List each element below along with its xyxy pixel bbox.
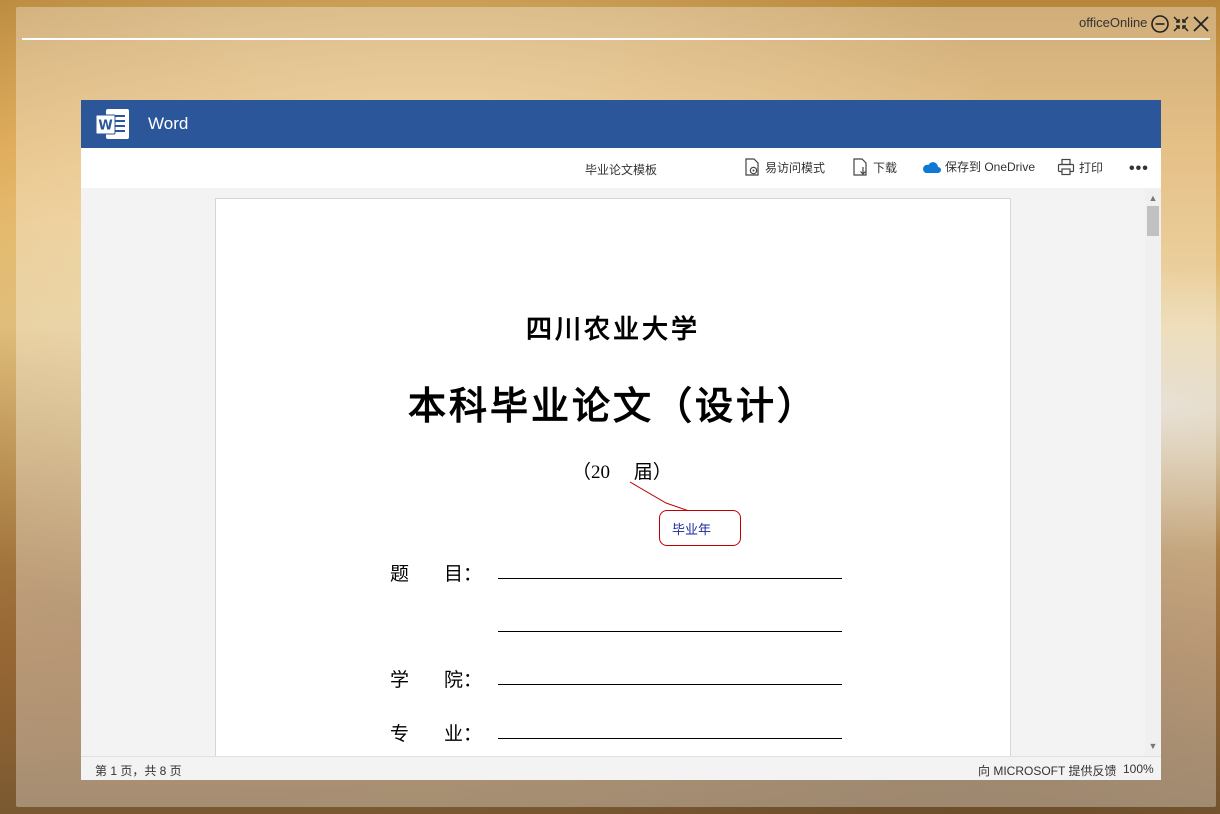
print-label: 打印 [1079, 160, 1104, 175]
field-label-char: 院： [443, 670, 482, 691]
college-underline [498, 684, 842, 685]
graduation-year-line: （20 届） [572, 462, 672, 483]
field-label-college: 学 院： [390, 665, 482, 692]
document-page: 四川农业大学 本科毕业论文（设计） （20 届） 毕业年 题 目： 学 院： 专… [215, 198, 1011, 756]
accessibility-mode-button[interactable]: 易访问模式 [743, 158, 825, 176]
major-underline [498, 738, 842, 739]
title-underline-1 [498, 578, 842, 579]
zoom-level[interactable]: 100% [1123, 762, 1154, 776]
save-to-onedrive-button[interactable]: 保存到 OneDrive [921, 158, 1035, 175]
shrink-icon[interactable] [1171, 14, 1191, 34]
document-name: 毕业论文模板 [585, 163, 658, 177]
onedrive-cloud-icon [923, 161, 941, 173]
word-app-name: Word [148, 114, 189, 133]
document-viewer[interactable]: 四川农业大学 本科毕业论文（设计） （20 届） 毕业年 题 目： 学 院： 专… [81, 188, 1161, 756]
word-toolbar: 毕业论文模板 易访问模式 下载 保存到 OneDrive 打印 ••• [81, 148, 1161, 188]
field-label-char: 专 [390, 724, 410, 745]
download-button[interactable]: 下载 [851, 158, 897, 176]
scroll-thumb[interactable] [1147, 206, 1159, 236]
svg-text:W: W [98, 119, 112, 134]
university-name: 四川农业大学 [525, 315, 700, 345]
thesis-title: 本科毕业论文（设计） [407, 383, 818, 428]
more-options-button[interactable]: ••• [1129, 160, 1149, 178]
title-underline-2 [498, 631, 842, 632]
minimize-circle-icon[interactable] [1150, 14, 1170, 34]
title-divider [22, 38, 1210, 40]
field-label-title: 题 目： [390, 559, 482, 586]
field-label-char: 业： [443, 724, 482, 745]
word-online-window: W Word 毕业论文模板 易访问模式 下载 保存到 OneDrive 打印 •… [81, 100, 1161, 780]
word-logo-icon: W [95, 109, 129, 139]
close-icon[interactable] [1191, 14, 1211, 34]
download-label: 下载 [873, 160, 898, 175]
page-count: 第 1 页，共 8 页 [95, 764, 182, 778]
download-document-icon [853, 158, 867, 176]
field-label-char: 题 [390, 564, 410, 585]
word-header: W Word [81, 100, 1161, 148]
field-label-char: 学 [390, 670, 410, 691]
printer-icon [1057, 158, 1075, 176]
status-bar: 第 1 页，共 8 页 向 MICROSOFT 提供反馈 100% [81, 756, 1161, 780]
accessibility-mode-label: 易访问模式 [765, 160, 826, 175]
scroll-up-icon[interactable]: ▲ [1145, 190, 1161, 206]
app-title: officeOnline [1079, 15, 1148, 30]
accessibility-document-icon [745, 158, 759, 176]
comment-balloon[interactable]: 毕业年 [659, 510, 741, 546]
feedback-link[interactable]: 向 MICROSOFT 提供反馈 [978, 762, 1116, 779]
field-label-char: 目： [443, 564, 482, 585]
vertical-scrollbar[interactable]: ▲ ▼ [1145, 188, 1161, 756]
field-label-major: 专 业： [390, 719, 482, 746]
save-to-onedrive-label: 保存到 OneDrive [945, 160, 1036, 174]
print-button[interactable]: 打印 [1057, 158, 1103, 176]
scroll-down-icon[interactable]: ▼ [1145, 738, 1161, 754]
